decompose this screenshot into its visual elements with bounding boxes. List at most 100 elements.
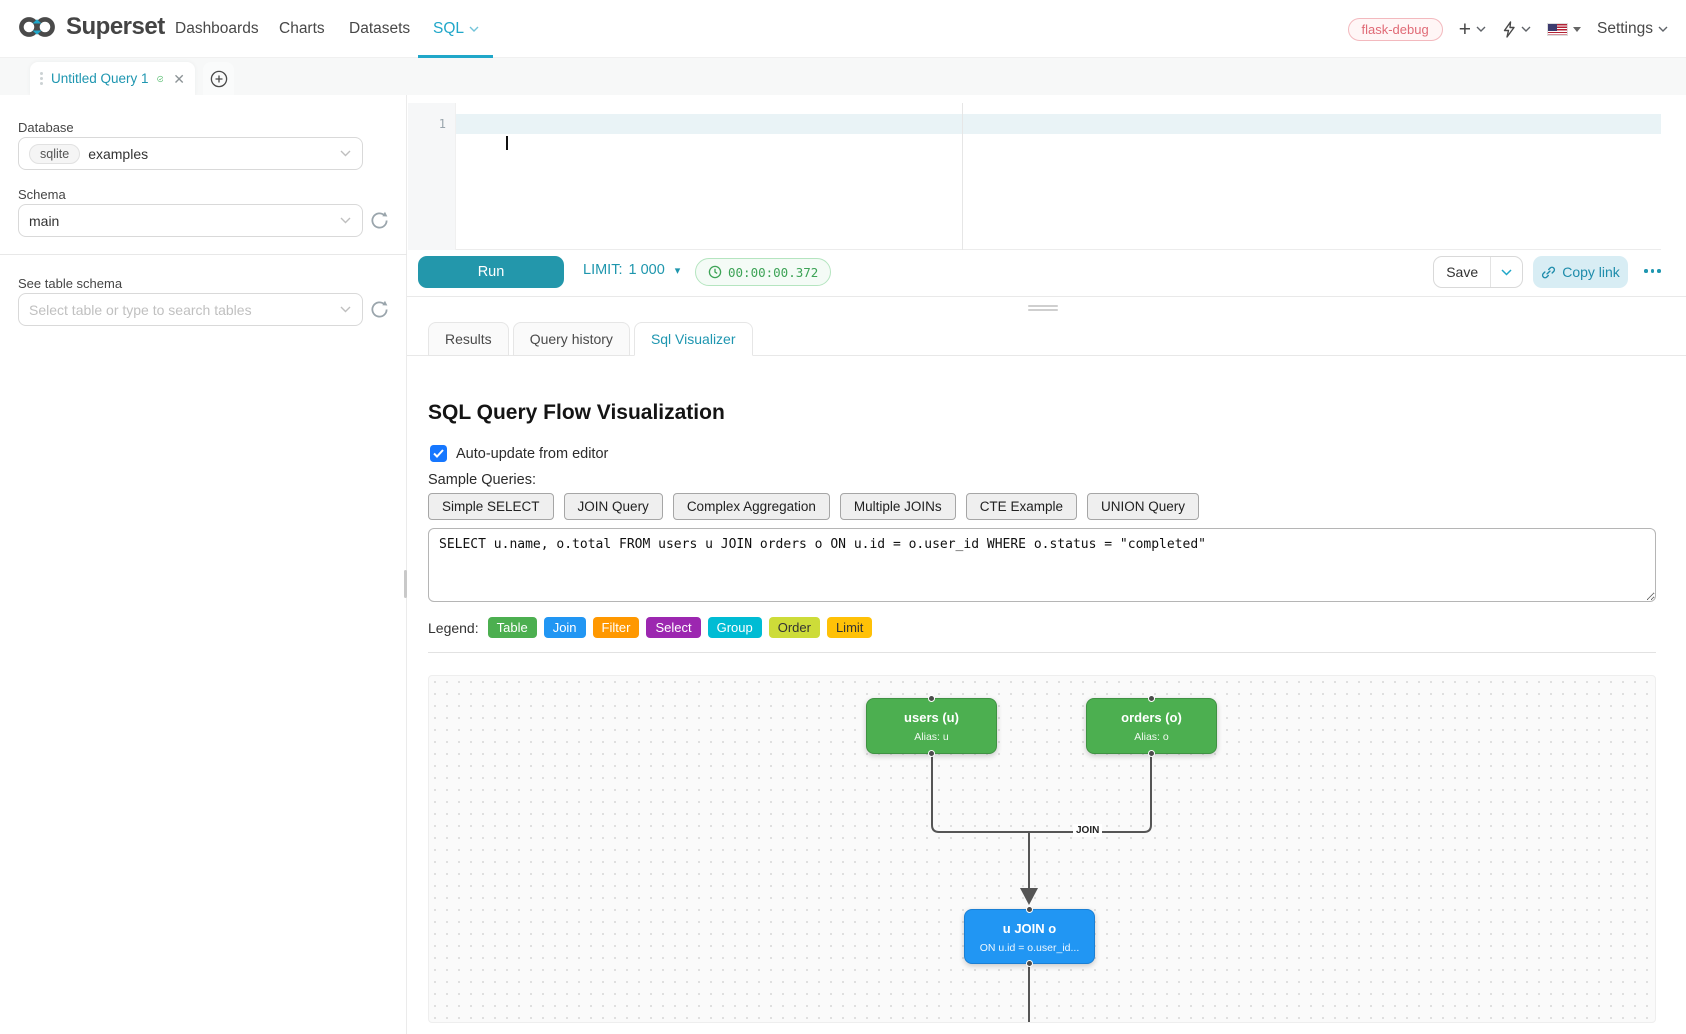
nav-menu-item[interactable]: Charts	[279, 0, 325, 58]
sidebar-divider	[0, 254, 407, 255]
caret-down-icon	[1573, 27, 1581, 32]
refresh-tables-icon[interactable]	[370, 300, 389, 324]
table-schema-label: See table schema	[18, 276, 122, 291]
flow-edges	[429, 676, 1656, 1023]
query-timer: 00:00:00.372	[695, 258, 831, 286]
timer-value: 00:00:00.372	[728, 265, 818, 280]
legend-label: Legend:	[428, 620, 479, 636]
lightning-icon	[1502, 21, 1516, 38]
database-label: Database	[18, 120, 74, 135]
editor-code-line[interactable]	[463, 114, 508, 134]
visualizer-title: SQL Query Flow Visualization	[428, 401, 725, 425]
plus-icon: +	[1459, 19, 1471, 40]
refresh-schema-icon[interactable]	[370, 211, 389, 235]
limit-label: LIMIT:	[583, 262, 622, 278]
node-subtitle: Alias: o	[1087, 731, 1216, 743]
drag-grip-icon[interactable]	[40, 72, 43, 85]
plus-circle-icon	[210, 70, 228, 88]
legend-badge: Limit	[827, 617, 872, 638]
chevron-down-icon	[1476, 26, 1486, 32]
schema-select[interactable]: main	[18, 204, 363, 237]
node-handle-bottom[interactable]	[1148, 750, 1155, 757]
query-flow-canvas[interactable]: users (u) Alias: u orders (o) Alias: o u…	[428, 675, 1656, 1023]
nav-menu-item[interactable]: Dashboards	[175, 0, 259, 58]
active-nav-underline	[418, 55, 493, 58]
sidebar-resize-handle[interactable]	[404, 570, 407, 598]
flow-node[interactable]: orders (o) Alias: o	[1086, 698, 1217, 754]
node-handle-top[interactable]	[1026, 906, 1033, 913]
us-flag-icon	[1547, 23, 1568, 36]
chevron-down-icon	[1658, 26, 1668, 32]
legend-badge: Select	[646, 617, 700, 638]
chevron-down-icon	[340, 306, 351, 313]
sample-query-button[interactable]: JOIN Query	[564, 493, 663, 520]
caret-down-icon: ▾	[675, 264, 681, 277]
database-select[interactable]: sqlite examples	[18, 137, 363, 170]
result-tab[interactable]: Results	[428, 322, 509, 356]
language-picker[interactable]	[1547, 23, 1581, 36]
settings-label: Settings	[1597, 20, 1653, 38]
legend-row: Legend: TableJoinFilterSelectGroupOrderL…	[428, 617, 872, 638]
result-tab[interactable]: Query history	[513, 322, 630, 356]
query-search-button[interactable]	[1502, 21, 1531, 38]
saved-check-icon	[157, 71, 164, 87]
legend-badge: Table	[488, 617, 537, 638]
new-item-button[interactable]: +	[1459, 19, 1486, 40]
superset-infinity-icon	[16, 14, 58, 40]
flow-node[interactable]: users (u) Alias: u	[866, 698, 997, 754]
node-handle-top[interactable]	[928, 695, 935, 702]
save-button[interactable]: Save	[1434, 257, 1490, 287]
nav-menu-item[interactable]: Datasets	[349, 0, 410, 58]
query-tab-label: Untitled Query 1	[51, 71, 149, 86]
node-handle-bottom[interactable]	[1026, 960, 1033, 967]
copy-link-button[interactable]: Copy link	[1533, 256, 1628, 288]
sql-editor[interactable]: 1	[408, 103, 1661, 250]
database-select-value: examples	[88, 146, 148, 162]
run-button[interactable]: Run	[418, 256, 564, 288]
sample-query-button[interactable]: UNION Query	[1087, 493, 1199, 520]
node-handle-top[interactable]	[1148, 695, 1155, 702]
settings-menu[interactable]: Settings	[1597, 20, 1668, 38]
sample-query-button[interactable]: Simple SELECT	[428, 493, 554, 520]
node-handle-bottom[interactable]	[928, 750, 935, 757]
table-select[interactable]: Select table or type to search tables	[18, 293, 363, 326]
clock-icon	[708, 265, 722, 279]
sample-query-button[interactable]: CTE Example	[966, 493, 1077, 520]
visualizer-divider	[428, 652, 1656, 653]
node-title: orders (o)	[1087, 710, 1216, 725]
brand-name: Superset	[66, 13, 165, 41]
limit-value: 1 000	[628, 262, 664, 278]
auto-update-row: Auto-update from editor	[430, 445, 608, 462]
legend-badge: Filter	[593, 617, 640, 638]
visualizer-query-input[interactable]: SELECT u.name, o.total FROM users u JOIN…	[428, 528, 1656, 602]
auto-update-checkbox[interactable]	[430, 445, 447, 462]
nav-menu-item[interactable]: SQL	[433, 0, 479, 58]
node-subtitle: Alias: u	[867, 731, 996, 743]
legend-badge: Join	[544, 617, 586, 638]
flow-node[interactable]: u JOIN o ON u.id = o.user_id...	[964, 909, 1095, 964]
schema-select-value: main	[29, 213, 59, 229]
environment-badge: flask-debug	[1348, 18, 1443, 41]
query-tab-untitled[interactable]: Untitled Query 1 ✕	[30, 62, 195, 95]
superset-logo[interactable]: Superset	[16, 13, 165, 41]
sqllab-left-panel: Database sqlite examples Schema main See…	[0, 95, 407, 1034]
save-split-button[interactable]: Save	[1433, 256, 1523, 288]
result-tab[interactable]: Sql Visualizer	[634, 322, 753, 356]
sample-query-button[interactable]: Complex Aggregation	[673, 493, 830, 520]
sample-query-button[interactable]: Multiple JOINs	[840, 493, 956, 520]
editor-toolbar: Run LIMIT: 1 000 ▾ 00:00:00.372 Save Cop…	[407, 256, 1686, 288]
legend-badge: Group	[708, 617, 762, 638]
close-tab-icon[interactable]: ✕	[173, 72, 185, 86]
save-options-caret[interactable]	[1490, 257, 1522, 287]
check-icon	[433, 449, 444, 458]
copy-link-label: Copy link	[1562, 264, 1620, 280]
sqllab-main-panel: 1 Run LIMIT: 1 000 ▾ 00:00:00.372 Save C…	[407, 95, 1686, 1034]
editor-gutter: 1	[408, 103, 456, 250]
more-options-button[interactable]	[1644, 269, 1661, 273]
link-icon	[1541, 265, 1556, 280]
limit-dropdown[interactable]: LIMIT: 1 000 ▾	[583, 262, 680, 278]
south-pane-drag-handle[interactable]	[1028, 305, 1058, 313]
database-engine-pill: sqlite	[29, 144, 80, 164]
new-query-tab-button[interactable]	[203, 62, 234, 95]
sample-queries-label: Sample Queries:	[428, 472, 536, 488]
